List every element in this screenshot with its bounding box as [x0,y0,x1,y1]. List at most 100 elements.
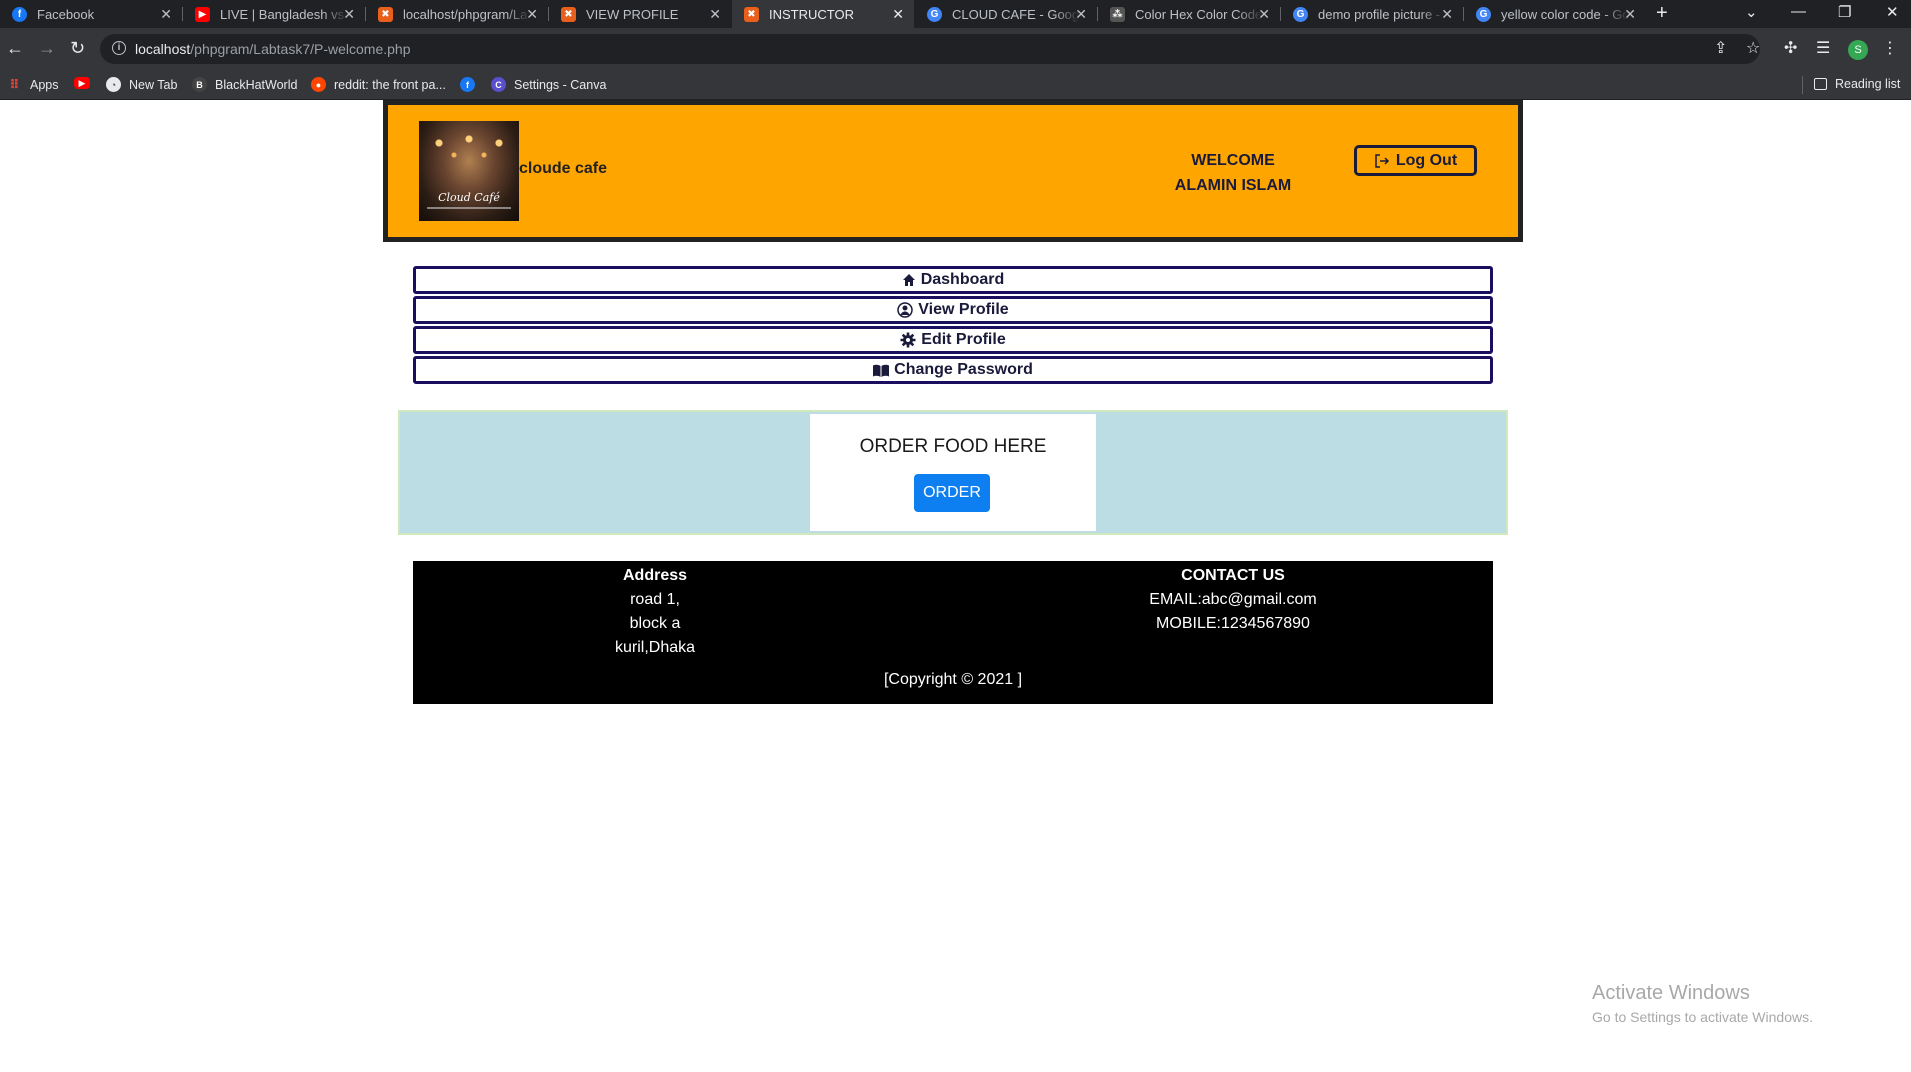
menu-item-view-profile[interactable]: View Profile [413,296,1493,324]
address-heading: Address [622,567,688,584]
menu-item-dashboard[interactable]: Dashboard [413,266,1493,294]
logo-lamps [419,131,519,171]
extensions-puzzle-icon[interactable]: ✣ [1784,38,1797,58]
browser-tab-cloud-cafe-google[interactable]: G CLOUD CAFE - Google ✕ [915,0,1097,28]
browser-tab-instructor[interactable]: ✖ INSTRUCTOR ✕ [732,0,914,28]
bookmark-reddit[interactable]: ● reddit: the front pa... [311,77,446,92]
logo-tagline-line [427,207,511,209]
profile-menu: Dashboard View Profile Edit Profile Chan… [413,266,1493,386]
bookmark-canva[interactable]: C Settings - Canva [491,77,606,92]
address-line: kuril,Dhaka [614,639,696,656]
facebook-icon: f [12,6,27,22]
browser-tab-demo-profile[interactable]: G demo profile picture - ✕ [1281,0,1463,28]
address-line: road 1, [630,591,680,608]
order-heading: ORDER FOOD HERE [859,436,1047,457]
cafe-logo: Cloud Café [419,121,519,221]
browser-tab-live-cricket[interactable]: ▶ LIVE | Bangladesh vs P ✕ [183,0,365,28]
site-header: Cloud Café cloude cafe WELCOME ALAMIN IS… [383,100,1523,242]
watermark-subtitle: Go to Settings to activate Windows. [1592,1009,1813,1025]
xampp-icon: ✖ [561,6,576,22]
close-tab-icon[interactable]: ✕ [709,6,721,23]
home-icon [902,274,915,286]
close-tab-icon[interactable]: ✕ [1258,6,1270,23]
copyright-text: [Copyright © 2021 ] [883,671,1023,688]
close-tab-icon[interactable]: ✕ [160,6,172,23]
bookmark-new-tab[interactable]: ◔ New Tab [106,77,177,92]
bookmark-blackhatworld[interactable]: B BlackHatWorld [192,77,297,92]
watermark-title: Activate Windows [1592,982,1750,1004]
close-tab-icon[interactable]: ✕ [526,6,538,23]
order-card: ORDER FOOD HERE ORDER [810,414,1096,531]
reading-list-icon [1814,78,1827,90]
minimize-window-icon[interactable]: — [1791,3,1806,20]
google-icon: G [1476,6,1491,22]
facebook-icon: f [460,77,475,92]
user-circle-icon [897,302,914,318]
welcome-message: WELCOME ALAMIN ISLAM [1153,148,1313,198]
xampp-icon: ✖ [744,6,759,22]
youtube-icon: ▶ [74,77,90,89]
menu-item-edit-profile[interactable]: Edit Profile [413,326,1493,354]
tab-search-chevron-icon[interactable]: ⌄ [1745,3,1758,21]
globe-icon: ◔ [106,77,121,92]
bookmarks-divider [1802,76,1803,94]
user-name: ALAMIN ISLAM [1174,177,1292,194]
book-icon [873,364,890,377]
contact-mobile: MOBILE:1234567890 [1156,615,1310,632]
reload-icon[interactable]: ↻ [70,38,85,58]
canva-icon: C [491,77,506,92]
google-icon: G [1293,6,1308,22]
info-icon[interactable]: i [112,41,126,55]
page-viewport: Cloud Café cloude cafe WELCOME ALAMIN IS… [0,100,1911,1072]
browser-tab-yellow-color[interactable]: G yellow color code - Go ✕ [1464,0,1646,28]
order-button[interactable]: ORDER [914,474,990,512]
contact-email: EMAIL:abc@gmail.com [1149,591,1317,608]
new-tab-plus-icon[interactable]: + [1656,2,1668,25]
share-icon[interactable]: ⇪ [1714,38,1727,58]
browser-tab-strip: f Facebook ✕ ▶ LIVE | Bangladesh vs P ✕ … [0,0,1911,28]
browser-tab-view-profile[interactable]: ✖ VIEW PROFILE ✕ [549,0,731,28]
footer-address: Address road 1, block a kuril,Dhaka [575,564,735,660]
site-footer: Address road 1, block a kuril,Dhaka CONT… [413,561,1493,704]
browser-tab-color-hex[interactable]: ⁂ Color Hex Color Codes ✕ [1098,0,1280,28]
profile-avatar[interactable]: S [1848,40,1868,60]
order-section: ORDER FOOD HERE ORDER [398,410,1508,535]
bookmark-facebook[interactable]: f [460,77,483,92]
gear-icon [900,332,916,348]
address-line: block a [629,615,681,632]
colorhex-icon: ⁂ [1110,6,1125,22]
logo-wordmark: Cloud Café [438,191,500,204]
forward-arrow-icon[interactable]: → [38,38,56,58]
media-queue-icon[interactable]: ☰ [1816,38,1830,58]
close-window-icon[interactable]: ✕ [1886,3,1899,21]
reading-list-button[interactable]: Reading list [1814,77,1900,91]
contact-heading: CONTACT US [1181,567,1285,584]
logout-icon [1375,153,1389,168]
bookmark-star-icon[interactable]: ☆ [1746,38,1760,58]
logout-button[interactable]: Log Out [1354,145,1477,176]
windows-activation-watermark: Activate Windows Go to Settings to activ… [1592,982,1813,1025]
footer-contact: CONTACT US EMAIL:abc@gmail.com MOBILE:12… [1113,564,1353,636]
youtube-icon: ▶ [195,6,210,22]
browser-tab-localhost[interactable]: ✖ localhost/phpgram/La ✕ [366,0,548,28]
close-tab-icon[interactable]: ✕ [892,6,904,23]
close-tab-icon[interactable]: ✕ [1441,6,1453,23]
close-tab-icon[interactable]: ✕ [1075,6,1087,23]
back-arrow-icon[interactable]: ← [6,38,24,58]
reddit-icon: ● [311,77,326,92]
google-icon: G [927,6,942,22]
url-text[interactable]: localhost/phpgram/Labtask7/P-welcome.php [135,41,411,57]
brand-name: cloude cafe [519,160,608,177]
restore-window-icon[interactable]: ❐ [1838,3,1851,21]
close-tab-icon[interactable]: ✕ [343,6,355,23]
bookmark-youtube[interactable]: ▶ [74,77,98,89]
bookmark-apps[interactable]: ⠿ Apps [7,76,58,92]
close-tab-icon[interactable]: ✕ [1624,6,1636,23]
blackhatworld-icon: B [192,77,207,92]
apps-grid-icon: ⠿ [9,76,20,92]
browser-tab-facebook[interactable]: f Facebook ✕ [0,0,182,28]
welcome-label: WELCOME [1191,152,1275,169]
xampp-icon: ✖ [378,6,393,22]
menu-item-change-password[interactable]: Change Password [413,356,1493,384]
kebab-menu-icon[interactable]: ⋮ [1882,38,1898,58]
